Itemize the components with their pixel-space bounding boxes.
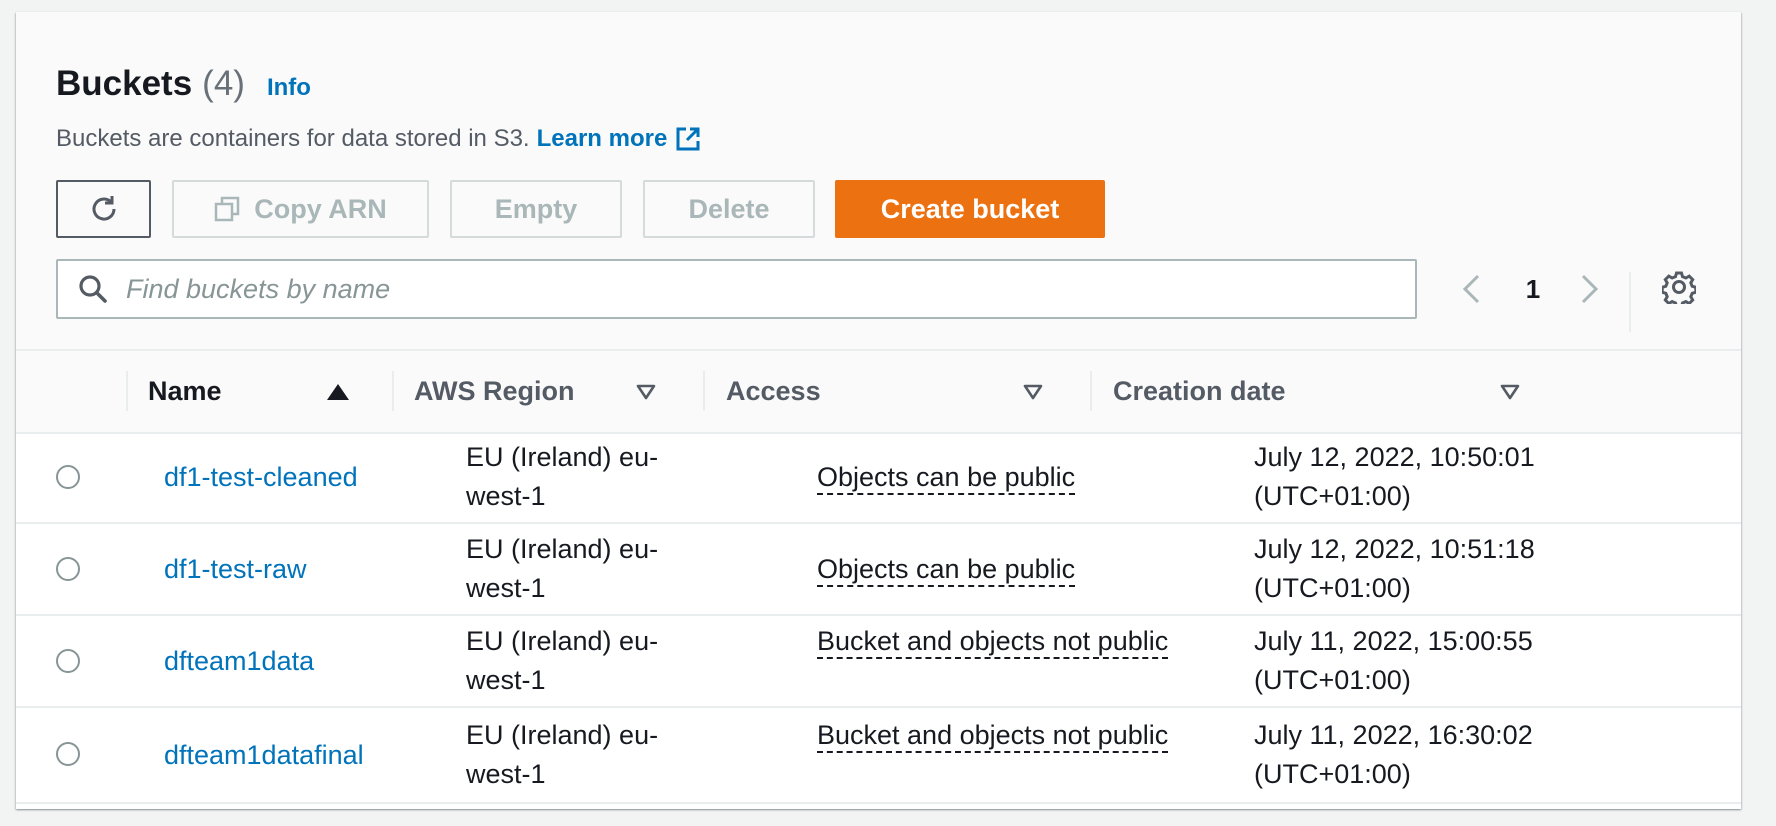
table-header: Name AWS Region Access Creation date (16, 351, 1741, 434)
bucket-region: EU (Ireland) eu-west-1 (466, 442, 659, 511)
bucket-name-link[interactable]: dfteam1datafinal (164, 736, 364, 775)
column-header-label: AWS Region (414, 376, 575, 406)
copy-arn-button[interactable]: Copy ARN (172, 180, 429, 238)
copy-icon (214, 196, 240, 222)
bucket-name-link[interactable]: dfteam1data (164, 642, 314, 681)
gear-icon[interactable] (1662, 270, 1696, 304)
sort-icon (1023, 384, 1043, 400)
sort-icon (1500, 384, 1520, 400)
learn-more-link[interactable]: Learn more (537, 125, 668, 153)
bucket-access[interactable]: Objects can be public (817, 550, 1076, 589)
divider (1629, 272, 1631, 332)
bucket-name-link[interactable]: df1-test-cleaned (164, 458, 358, 497)
create-bucket-button[interactable]: Create bucket (835, 180, 1105, 238)
access-text: Objects can be public (817, 462, 1076, 495)
row-radio[interactable] (56, 557, 80, 581)
column-divider (126, 371, 128, 411)
info-link[interactable]: Info (267, 74, 311, 102)
delete-button[interactable]: Delete (643, 180, 815, 238)
external-link-icon[interactable] (675, 126, 701, 152)
page-title: Buckets (56, 64, 193, 103)
access-text: Bucket and objects not public (817, 626, 1169, 659)
bucket-region: EU (Ireland) eu-west-1 (466, 720, 659, 789)
table-row[interactable]: dfteam1data EU (Ireland) eu-west-1 Bucke… (16, 616, 1741, 708)
buckets-description: Buckets are containers for data stored i… (56, 125, 701, 153)
page-number[interactable]: 1 (1518, 274, 1548, 305)
empty-button[interactable]: Empty (450, 180, 622, 238)
row-radio[interactable] (56, 465, 80, 489)
bucket-region: EU (Ireland) eu-west-1 (466, 534, 659, 603)
buckets-panel: Buckets (4) Info Buckets are containers … (16, 12, 1741, 809)
column-header-label: Creation date (1113, 376, 1286, 406)
refresh-icon (88, 193, 120, 225)
row-radio[interactable] (56, 649, 80, 673)
column-divider[interactable] (392, 371, 394, 411)
column-divider[interactable] (703, 371, 705, 411)
bucket-access[interactable]: Bucket and objects not public (817, 622, 1177, 661)
bucket-name-link[interactable]: df1-test-raw (164, 550, 307, 589)
bucket-creation-date: July 11, 2022, 15:00:55 (UTC+01:00) (1254, 626, 1533, 695)
column-header-label: Name (148, 376, 222, 406)
sort-ascending-icon (327, 383, 349, 400)
bucket-count: (4) (202, 64, 245, 103)
bucket-creation-date: July 12, 2022, 10:50:01 (UTC+01:00) (1254, 442, 1535, 511)
row-radio[interactable] (56, 742, 80, 766)
bucket-access[interactable]: Objects can be public (817, 458, 1076, 497)
bucket-region: EU (Ireland) eu-west-1 (466, 626, 659, 695)
column-header-label: Access (726, 376, 821, 406)
column-header-name[interactable]: Name (148, 351, 378, 432)
table-row[interactable]: df1-test-cleaned EU (Ireland) eu-west-1 … (16, 432, 1741, 524)
column-header-access[interactable]: Access (726, 351, 1066, 432)
search-input[interactable] (124, 272, 1415, 306)
copy-arn-label: Copy ARN (254, 193, 387, 224)
table-row[interactable]: dfteam1datafinal EU (Ireland) eu-west-1 … (16, 708, 1741, 804)
buckets-header: Buckets (4) Info (56, 64, 311, 104)
access-text: Bucket and objects not public (817, 720, 1169, 753)
table-row[interactable]: df1-test-raw EU (Ireland) eu-west-1 Obje… (16, 524, 1741, 616)
previous-page-icon[interactable] (1460, 274, 1482, 304)
bucket-access[interactable]: Bucket and objects not public (817, 716, 1177, 755)
sort-icon (636, 384, 656, 400)
next-page-icon[interactable] (1579, 274, 1601, 304)
refresh-button[interactable] (56, 180, 151, 238)
buckets-table: Name AWS Region Access Creation date df1… (16, 349, 1741, 809)
description-text: Buckets are containers for data stored i… (56, 125, 530, 152)
column-header-creation-date[interactable]: Creation date (1113, 351, 1543, 432)
column-divider[interactable] (1090, 371, 1092, 411)
access-text: Objects can be public (817, 554, 1076, 587)
search-box[interactable] (56, 259, 1417, 319)
search-icon (78, 274, 108, 304)
bucket-creation-date: July 12, 2022, 10:51:18 (UTC+01:00) (1254, 534, 1535, 603)
column-header-region[interactable]: AWS Region (414, 351, 676, 432)
bucket-creation-date: July 11, 2022, 16:30:02 (UTC+01:00) (1254, 720, 1533, 789)
